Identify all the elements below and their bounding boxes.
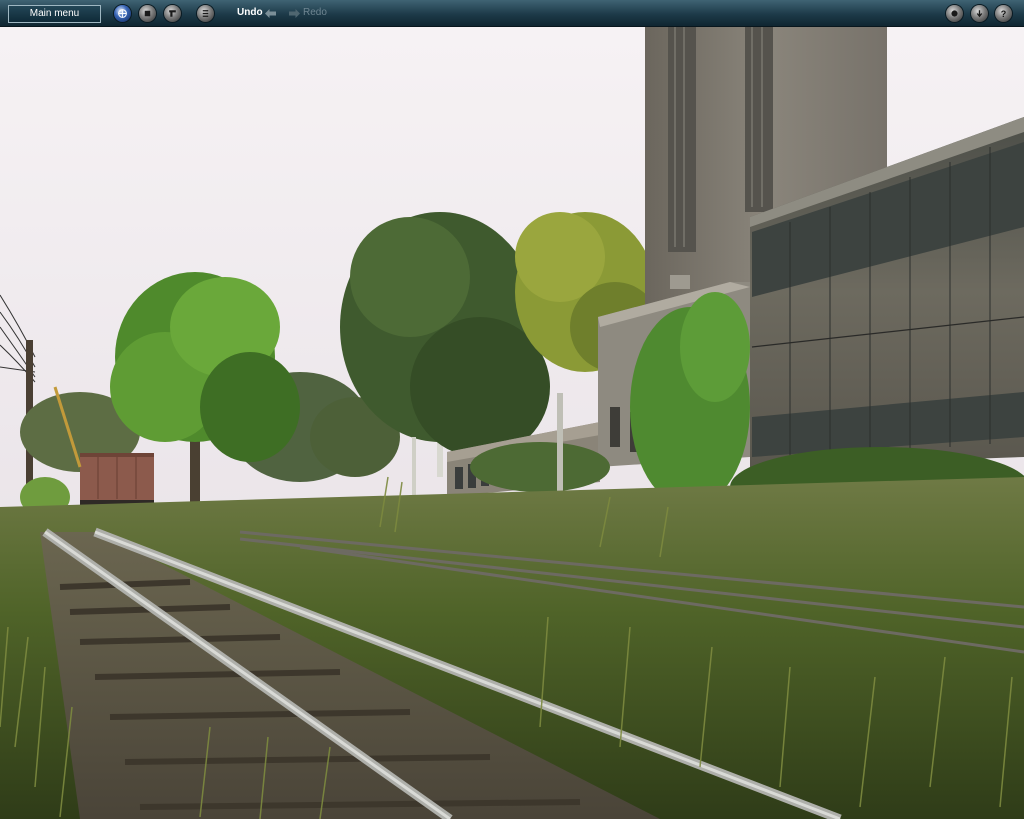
main-menu-button[interactable]: Main menu [8, 5, 101, 23]
globe-icon[interactable] [114, 5, 131, 22]
redo-arrow-icon [289, 9, 300, 18]
railway-scene-viewport[interactable] [0, 27, 1024, 819]
camera-icon[interactable] [946, 5, 963, 22]
redo-button: Redo [303, 7, 327, 18]
minimize-icon[interactable] [971, 5, 988, 22]
list-icon[interactable] [197, 5, 214, 22]
undo-button[interactable]: Undo [237, 7, 263, 18]
toolbar: Main menu Undo Redo ? [0, 0, 1024, 27]
help-icon[interactable]: ? [995, 5, 1012, 22]
stop-icon[interactable] [139, 5, 156, 22]
undo-arrow-icon[interactable] [265, 9, 276, 18]
paint-icon[interactable] [164, 5, 181, 22]
